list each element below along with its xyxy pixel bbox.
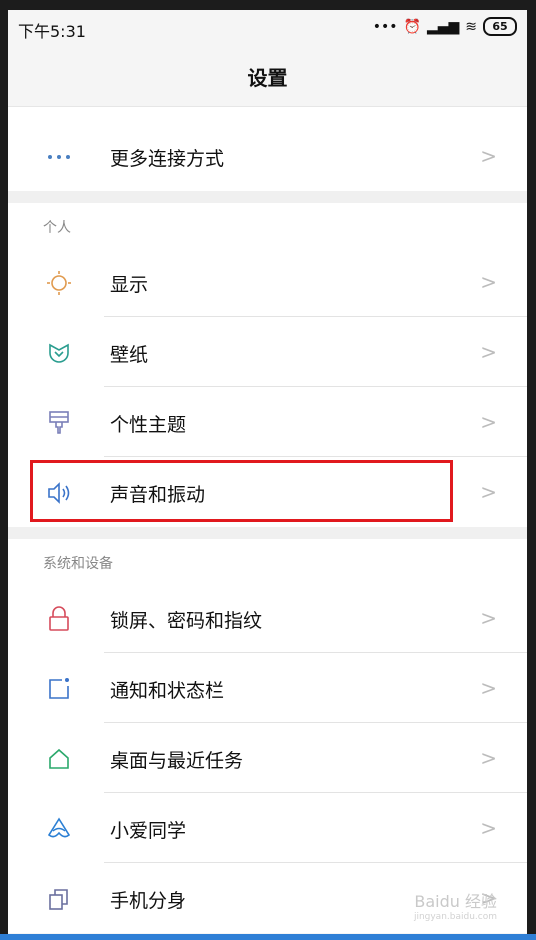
chevron-right-icon: > [480,746,497,770]
chevron-right-icon: > [480,480,497,504]
page-title: 设置 [247,66,288,90]
row-label: 显示 [110,274,149,296]
chevron-right-icon: > [480,816,497,840]
settings-list: 更多连接方式 > 个人 显示 > 壁纸 > 个性主题 > 声音和振动 > 系统和… [8,107,527,940]
chevron-right-icon: > [480,144,497,168]
row-label: 小爱同学 [110,820,187,842]
chevron-right-icon: > [480,410,497,434]
notification-icon [45,675,73,703]
row-label: 通知和状态栏 [110,680,225,702]
phone-screen: 下午5:31 ••• ⏰ ▂▄▆ ≋ 65 设置 更多连接方式 > 个人 显示 … [8,10,527,940]
highlight-box [30,460,453,522]
section-personal: 个人 [8,203,527,247]
lock-icon [45,605,73,633]
chevron-right-icon: > [480,606,497,630]
signal-icon: ▂▄▆ [426,18,460,35]
watermark-brand: Baidu 经验 [414,892,497,911]
section-system: 系统和设备 [8,539,527,583]
chevron-right-icon: > [480,676,497,700]
dual-phone-icon [45,885,73,913]
row-display[interactable]: 显示 > [8,247,527,317]
more-dots-icon [45,143,73,171]
watermark-url: jingyan.baidu.com [413,912,497,922]
row-lock-password[interactable]: 锁屏、密码和指纹 > [8,583,527,653]
alarm-icon: ⏰ [403,18,421,35]
wallpaper-icon [45,339,73,367]
dots-icon: ••• [372,18,398,35]
title-bar: 设置 [8,48,527,107]
status-bar: 下午5:31 ••• ⏰ ▂▄▆ ≋ 65 [8,10,527,48]
home-icon [45,745,73,773]
row-wallpaper[interactable]: 壁纸 > [8,317,527,387]
row-label: 个性主题 [110,414,187,436]
row-xiaoai[interactable]: 小爱同学 > [8,793,527,863]
wifi-icon: ≋ [465,18,477,35]
status-time: 下午5:31 [18,22,86,41]
sun-icon [45,269,73,297]
paintbrush-icon [45,409,73,437]
bottom-edge [0,934,536,940]
watermark: Baidu 经验 jingyan.baidu.com [414,888,497,922]
row-label: 桌面与最近任务 [110,750,244,772]
row-notifications[interactable]: 通知和状态栏 > [8,653,527,723]
row-label: 锁屏、密码和指纹 [110,610,263,632]
row-desktop-recents[interactable]: 桌面与最近任务 > [8,723,527,793]
section-title: 系统和设备 [43,556,113,572]
status-icons: ••• ⏰ ▂▄▆ ≋ 65 [373,17,517,36]
row-label: 壁纸 [110,344,149,366]
xiaoai-icon [45,815,73,843]
chevron-right-icon: > [480,340,497,364]
chevron-right-icon: > [480,270,497,294]
row-theme[interactable]: 个性主题 > [8,387,527,457]
row-more-connections[interactable]: 更多连接方式 > [8,121,527,191]
row-label: 手机分身 [110,890,187,912]
battery-icon: 65 [483,17,517,36]
row-label: 更多连接方式 [110,148,225,170]
section-title: 个人 [43,220,71,236]
